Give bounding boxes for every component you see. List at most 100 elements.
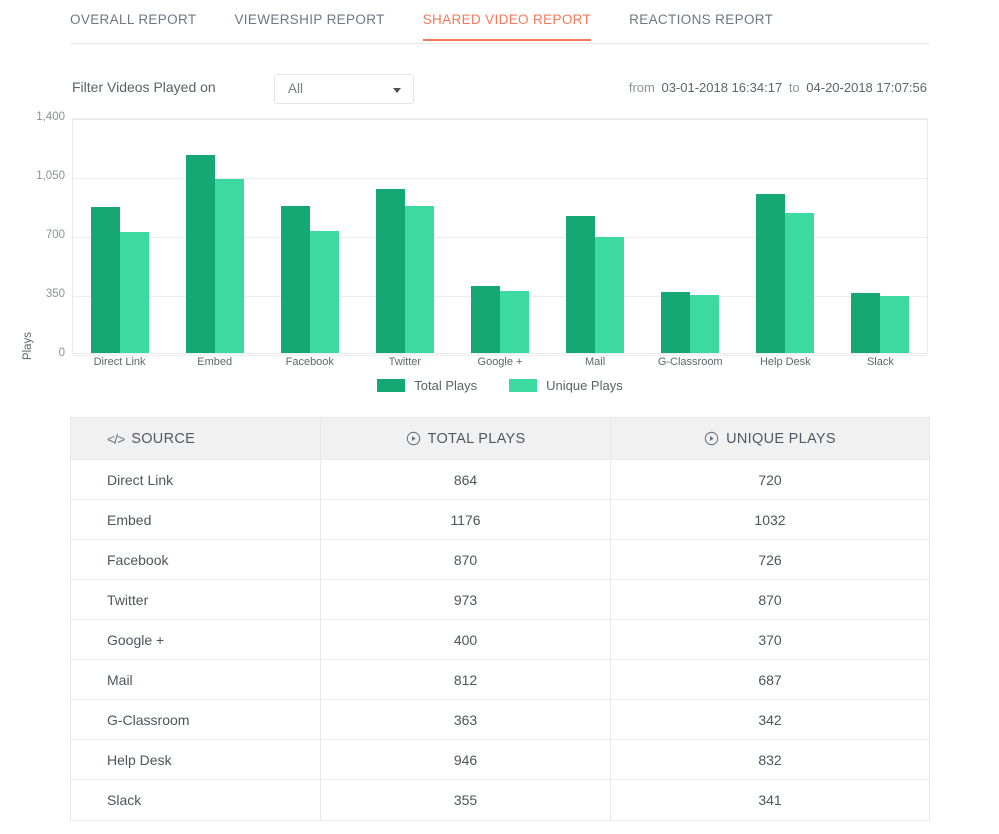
table-row[interactable]: Google +400370 (71, 620, 929, 660)
chart-x-tick-label: Twitter (357, 356, 452, 368)
table-cell-unique: 1032 (611, 500, 929, 539)
table-cell-source: Embed (71, 500, 321, 539)
chart-bar-total[interactable] (851, 293, 880, 353)
chart-bar-unique[interactable] (880, 296, 909, 353)
chart-bar-total[interactable] (566, 216, 595, 353)
chart-x-tick-label: Mail (548, 356, 643, 368)
chart-bar-total[interactable] (471, 286, 500, 353)
legend-item[interactable]: Total Plays (377, 378, 477, 393)
table-cell-unique: 687 (611, 660, 929, 699)
table-cell-source: Help Desk (71, 740, 321, 779)
chart-bar-unique[interactable] (690, 295, 719, 353)
table-header-label: TOTAL PLAYS (428, 431, 526, 447)
table-cell-unique: 832 (611, 740, 929, 779)
table-cell-unique: 726 (611, 540, 929, 579)
table-cell-total: 400 (321, 620, 611, 659)
table-cell-unique: 870 (611, 580, 929, 619)
legend-label: Unique Plays (546, 378, 623, 393)
chevron-down-icon (393, 88, 401, 93)
chart-bar-total[interactable] (756, 194, 785, 353)
play-circle-icon (704, 431, 719, 446)
chart-bar-unique[interactable] (500, 291, 529, 353)
table-cell-total: 946 (321, 740, 611, 779)
chart-bar-unique[interactable] (215, 179, 244, 353)
chart-x-tick-label: Embed (167, 356, 262, 368)
tab-viewership-report[interactable]: VIEWERSHIP REPORT (234, 0, 384, 40)
table-cell-total: 870 (321, 540, 611, 579)
shared-video-chart: Plays 03507001,0501,400 Direct LinkEmbed… (0, 118, 999, 408)
tab-overall-report[interactable]: OVERALL REPORT (70, 0, 196, 40)
table-header-label: UNIQUE PLAYS (726, 431, 836, 447)
table-header-unique-plays[interactable]: UNIQUE PLAYS (611, 418, 929, 459)
table-cell-unique: 341 (611, 780, 929, 820)
table-row[interactable]: Mail812687 (71, 660, 929, 700)
chart-bar-unique[interactable] (595, 237, 624, 353)
table-row[interactable]: Twitter973870 (71, 580, 929, 620)
date-range-to-label: to (789, 80, 800, 95)
table-header-source[interactable]: </>SOURCE (71, 418, 321, 459)
date-range-from-label: from (629, 80, 655, 95)
filter-row: Filter Videos Played on All from 03-01-2… (70, 62, 930, 114)
date-range-to-value: 04-20-2018 17:07:56 (806, 80, 927, 95)
chart-bar-group (737, 119, 832, 353)
shared-video-table: </>SOURCE TOTAL PLAYS UNIQUE PLAYS Direct … (70, 417, 930, 821)
table-cell-unique: 342 (611, 700, 929, 739)
table-row[interactable]: Slack355341 (71, 780, 929, 820)
played-on-select[interactable]: All (274, 74, 414, 104)
table-cell-source: Direct Link (71, 460, 321, 499)
table-cell-unique: 370 (611, 620, 929, 659)
table-row[interactable]: Help Desk946832 (71, 740, 929, 780)
date-range-from-value: 03-01-2018 16:34:17 (661, 80, 782, 95)
chart-bar-unique[interactable] (405, 206, 434, 353)
legend-swatch (509, 379, 537, 392)
table-header-total-plays[interactable]: TOTAL PLAYS (321, 418, 611, 459)
chart-bar-group (168, 119, 263, 353)
table-cell-unique: 720 (611, 460, 929, 499)
chart-x-tick-label: Google + (452, 356, 547, 368)
table-row[interactable]: Direct Link864720 (71, 460, 929, 500)
table-cell-total: 812 (321, 660, 611, 699)
chart-bar-group (263, 119, 358, 353)
chart-x-tick-label: Facebook (262, 356, 357, 368)
play-circle-icon (406, 431, 421, 446)
table-row[interactable]: G-Classroom363342 (71, 700, 929, 740)
chart-bar-group (642, 119, 737, 353)
chart-bar-total[interactable] (661, 292, 690, 353)
chart-bar-group (73, 119, 168, 353)
table-row[interactable]: Embed11761032 (71, 500, 929, 540)
chart-bar-unique[interactable] (310, 231, 339, 353)
table-cell-source: Twitter (71, 580, 321, 619)
tab-reactions-report[interactable]: REACTIONS REPORT (629, 0, 773, 40)
table-cell-total: 355 (321, 780, 611, 820)
chart-y-tick-label: 0 (5, 347, 65, 359)
table-row[interactable]: Facebook870726 (71, 540, 929, 580)
chart-bar-group (547, 119, 642, 353)
chart-y-tick-label: 700 (5, 229, 65, 241)
table-cell-source: G-Classroom (71, 700, 321, 739)
chart-x-tick-label: G-Classroom (643, 356, 738, 368)
legend-item[interactable]: Unique Plays (509, 378, 623, 393)
code-icon: </> (107, 431, 124, 447)
chart-bar-unique[interactable] (120, 232, 149, 353)
chart-bar-unique[interactable] (785, 213, 814, 353)
chart-x-axis-labels: Direct LinkEmbedFacebookTwitterGoogle +M… (72, 356, 928, 368)
chart-plot-area (72, 118, 928, 354)
table-cell-total: 1176 (321, 500, 611, 539)
tab-shared-video-report[interactable]: SHARED VIDEO REPORT (423, 0, 591, 40)
chart-x-tick-label: Slack (833, 356, 928, 368)
table-cell-source: Mail (71, 660, 321, 699)
chart-x-tick-label: Help Desk (738, 356, 833, 368)
table-cell-source: Google + (71, 620, 321, 659)
chart-bar-group (453, 119, 548, 353)
chart-bar-total[interactable] (186, 155, 215, 353)
table-cell-source: Slack (71, 780, 321, 820)
chart-bar-total[interactable] (91, 207, 120, 353)
chart-bar-total[interactable] (376, 189, 405, 353)
chart-bar-total[interactable] (281, 206, 310, 353)
filter-label: Filter Videos Played on (72, 79, 216, 95)
table-cell-total: 363 (321, 700, 611, 739)
chart-y-tick-label: 350 (5, 288, 65, 300)
table-cell-source: Facebook (71, 540, 321, 579)
chart-legend: Total Plays Unique Plays (72, 378, 928, 393)
chart-bar-group (358, 119, 453, 353)
